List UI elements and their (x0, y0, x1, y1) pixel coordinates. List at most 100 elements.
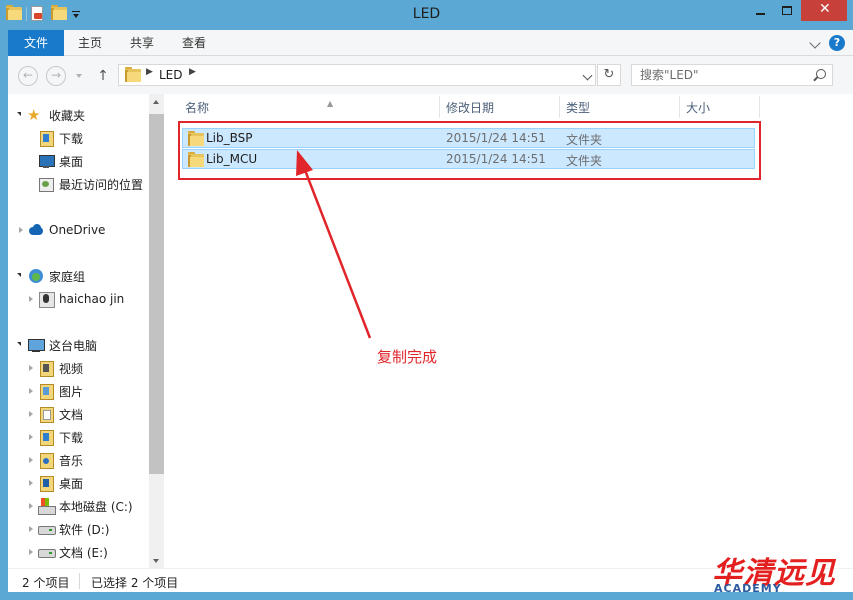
column-divider[interactable] (439, 96, 440, 118)
desktop-icon (38, 153, 55, 169)
videos-icon (38, 360, 54, 377)
minimize-icon (756, 13, 765, 15)
sidebar-item-desktop[interactable]: 桌面 (8, 150, 148, 172)
star-icon: ★ (27, 106, 41, 124)
sidebar-item-pictures[interactable]: 图片 (8, 380, 148, 402)
scroll-down-icon[interactable] (153, 559, 159, 563)
sidebar-item-pc-desktop[interactable]: 桌面 (8, 472, 148, 494)
breadcrumb-arrow-icon[interactable]: ▶ (189, 67, 196, 77)
desktop-icon (38, 475, 54, 492)
refresh-button[interactable]: ↻ (597, 64, 621, 86)
documents-icon (38, 406, 54, 423)
sidebar-item-pc-downloads[interactable]: 下载 (8, 426, 148, 448)
breadcrumb[interactable]: LED (159, 68, 183, 82)
back-button[interactable]: ← (18, 66, 38, 86)
expand-arrow-icon[interactable] (29, 296, 33, 302)
sidebar-item-recent[interactable]: 最近访问的位置 (8, 173, 148, 195)
expand-arrow-icon[interactable] (29, 503, 33, 509)
expand-ribbon-icon[interactable] (809, 37, 821, 49)
computer-icon (28, 337, 45, 353)
close-icon: ✕ (819, 1, 831, 17)
close-button[interactable]: ✕ (801, 0, 847, 21)
scroll-up-icon[interactable] (153, 100, 159, 104)
sidebar-item-downloads[interactable]: 下载 (8, 127, 148, 149)
sidebar-item-favorites[interactable]: ★ 收藏夹 (8, 104, 148, 126)
ribbon: 文件 主页 共享 查看 ? (8, 30, 853, 56)
annotation-highlight-box (178, 121, 761, 180)
user-avatar-icon (38, 291, 55, 308)
system-drive-icon (38, 498, 56, 515)
tab-file[interactable]: 文件 (8, 30, 64, 56)
forward-button[interactable]: → (46, 66, 66, 86)
sidebar-item-drive-c[interactable]: 本地磁盘 (C:) (8, 495, 148, 517)
expand-arrow-icon[interactable] (19, 227, 23, 233)
navigation-pane: ★ 收藏夹 下载 桌面 最近访问的位置 OneDrive 家庭组 haichao… (8, 94, 164, 568)
music-icon (38, 452, 54, 469)
pictures-icon (38, 383, 54, 400)
window-controls: ✕ (747, 0, 847, 21)
column-header-date[interactable]: 修改日期 (446, 98, 494, 118)
address-bar[interactable]: ▶ LED ▶ (118, 64, 596, 86)
folder-icon (125, 67, 141, 82)
sidebar-item-onedrive[interactable]: OneDrive (8, 219, 148, 241)
tab-view[interactable]: 查看 (174, 30, 214, 56)
explorer-window: LED ✕ 文件 主页 共享 查看 ? ← → ↑ ▶ LED ▶ ↻ 搜索"L… (0, 0, 853, 600)
item-count: 2 个项目 (22, 576, 70, 590)
chevron-down-icon[interactable] (582, 70, 593, 81)
scrollbar-thumb[interactable] (149, 114, 164, 474)
sidebar-item-homegroup[interactable]: 家庭组 (8, 265, 148, 287)
maximize-icon (782, 6, 792, 15)
expand-arrow-icon[interactable] (29, 526, 33, 532)
column-header-name[interactable]: 名称 ▲ (185, 98, 333, 118)
expand-arrow-icon[interactable] (17, 112, 21, 116)
up-icon[interactable]: ↑ (93, 66, 113, 86)
navigation-scrollbar[interactable] (149, 94, 164, 568)
sidebar-item-videos[interactable]: 视频 (8, 357, 148, 379)
sidebar-item-drive-d[interactable]: 软件 (D:) (8, 518, 148, 540)
watermark-subtext: ACADEMY (714, 582, 782, 595)
tab-home[interactable]: 主页 (70, 30, 110, 56)
expand-arrow-icon[interactable] (29, 549, 33, 555)
sidebar-item-this-pc[interactable]: 这台电脑 (8, 334, 148, 356)
drive-icon (38, 521, 56, 537)
search-icon[interactable] (816, 69, 826, 79)
recent-locations-icon[interactable] (74, 66, 84, 86)
sidebar-item-music[interactable]: 音乐 (8, 449, 148, 471)
sidebar-item-drive-e[interactable]: 文档 (E:) (8, 541, 148, 563)
homegroup-icon (28, 268, 44, 284)
expand-arrow-icon[interactable] (29, 411, 33, 417)
maximize-button[interactable] (774, 0, 801, 21)
expand-arrow-icon[interactable] (29, 457, 33, 463)
drive-icon (38, 544, 56, 560)
column-divider[interactable] (759, 96, 760, 118)
expand-arrow-icon[interactable] (29, 480, 33, 486)
selected-count: 已选择 2 个项目 (91, 576, 179, 590)
search-input[interactable] (640, 67, 810, 83)
column-header-size[interactable]: 大小 (686, 98, 710, 118)
watermark-logo: 华清远见 ACADEMY (712, 548, 853, 600)
download-folder-icon (38, 429, 54, 446)
search-box[interactable] (631, 64, 833, 86)
expand-arrow-icon[interactable] (29, 365, 33, 371)
expand-arrow-icon[interactable] (17, 342, 21, 346)
status-divider (79, 573, 80, 589)
download-folder-icon (38, 130, 54, 147)
window-title: LED (412, 6, 441, 22)
expand-arrow-icon[interactable] (29, 434, 33, 440)
sidebar-item-documents[interactable]: 文档 (8, 403, 148, 425)
column-divider[interactable] (679, 96, 680, 118)
onedrive-icon (28, 222, 44, 238)
tab-share[interactable]: 共享 (122, 30, 162, 56)
sidebar-item-user[interactable]: haichao jin (8, 288, 148, 310)
expand-arrow-icon[interactable] (29, 388, 33, 394)
annotation-label: 复制完成 (377, 348, 438, 366)
sort-ascending-icon: ▲ (327, 99, 334, 108)
breadcrumb-arrow-icon[interactable]: ▶ (146, 67, 153, 77)
help-icon[interactable]: ? (829, 35, 845, 51)
column-divider[interactable] (559, 96, 560, 118)
minimize-button[interactable] (747, 0, 774, 21)
expand-arrow-icon[interactable] (17, 273, 21, 277)
column-header-type[interactable]: 类型 (566, 98, 590, 118)
title-bar: LED ✕ (0, 0, 853, 30)
recent-places-icon (38, 176, 54, 192)
